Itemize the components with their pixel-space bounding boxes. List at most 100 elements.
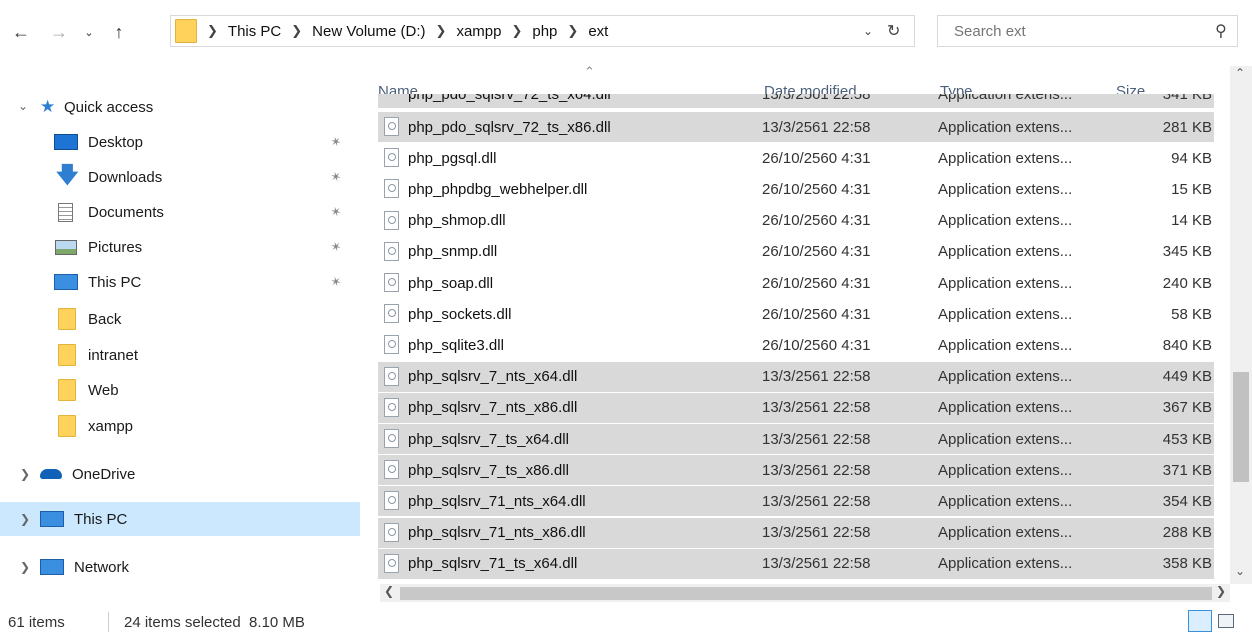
file-size: 240 KB <box>1162 274 1212 292</box>
breadcrumb-php[interactable]: php <box>532 23 557 40</box>
computer-icon <box>54 274 78 290</box>
refresh-icon[interactable]: ↻ <box>887 21 900 41</box>
pictures-icon <box>55 239 77 255</box>
forward-arrow-icon: → <box>50 21 68 42</box>
table-row[interactable]: php_sqlsrv_7_nts_x64.dll 13/3/2561 22:58 A… <box>378 361 1214 392</box>
nav-item-intranet[interactable]: intranet <box>0 338 360 372</box>
nav-label: Network <box>74 558 130 576</box>
file-type: Application extens... <box>938 243 1073 261</box>
breadcrumb-xampp[interactable]: xampp <box>456 23 501 40</box>
pin-icon[interactable]: ✶ <box>326 272 345 291</box>
nav-item-pictures[interactable]: Pictures ✶ <box>0 230 360 264</box>
nav-item-desktop[interactable]: Desktop ✶ <box>0 125 360 159</box>
file-size: 367 KB <box>1162 399 1212 417</box>
dll-file-icon <box>384 273 399 292</box>
table-row[interactable]: php_pdo_sqlsrv_72_ts_x86.dll 13/3/2561 22… <box>378 112 1214 142</box>
nav-item-this-pc-pinned[interactable]: This PC ✶ <box>0 265 360 299</box>
file-size: 371 KB <box>1162 461 1212 479</box>
folder-icon <box>58 379 76 401</box>
item-count: 61 items <box>8 614 65 631</box>
table-row[interactable]: php_sqlite3.dll 26/10/2560 4:31 Applicatio… <box>378 330 1214 360</box>
chevron-right-icon: ❯ <box>20 512 31 526</box>
table-row[interactable]: php_sockets.dll 26/10/2560 4:31 Applicatio… <box>378 299 1214 329</box>
table-row[interactable]: php_sqlsrv_7_nts_x86.dll 13/3/2561 22:58 A… <box>378 392 1214 423</box>
table-row[interactable]: php_pgsql.dll 26/10/2560 4:31 Application … <box>378 143 1214 173</box>
table-row[interactable]: php_soap.dll 26/10/2560 4:31 Application e… <box>378 268 1214 298</box>
file-type: Application extens... <box>938 305 1073 323</box>
breadcrumb-this-pc[interactable]: This PC <box>228 23 281 40</box>
nav-label: intranet <box>88 346 139 364</box>
nav-this-pc[interactable]: ❯ This PC <box>0 502 360 536</box>
file-type: Application extens... <box>938 336 1073 354</box>
file-size: 453 KB <box>1162 430 1212 448</box>
nav-item-back[interactable]: Back <box>0 302 360 336</box>
recent-locations-button[interactable]: ⌄ <box>76 18 102 46</box>
table-row[interactable]: php_phpdbg_webhelper.dll 26/10/2560 4:31 A… <box>378 174 1214 204</box>
desktop-icon <box>54 134 78 150</box>
nav-label: OneDrive <box>72 465 136 483</box>
large-icons-view-button[interactable] <box>1218 614 1234 628</box>
chevron-down-icon: ⌄ <box>84 26 94 39</box>
chevron-right-icon: ❯ <box>20 560 31 574</box>
file-date: 13/3/2561 22:58 <box>762 461 871 479</box>
nav-label: Documents <box>88 203 164 221</box>
file-name: php_pdo_sqlsrv_72_ts_x64.dll <box>408 94 611 103</box>
up-button[interactable]: ↑ <box>106 18 132 46</box>
address-bar[interactable]: ❯ This PC ❯ New Volume (D:) ❯ xampp ❯ ph… <box>170 15 915 47</box>
search-input[interactable] <box>952 21 1196 41</box>
search-box[interactable]: ⚲ <box>937 15 1238 47</box>
nav-item-web[interactable]: Web <box>0 373 360 407</box>
file-date: 13/3/2561 22:58 <box>762 555 871 573</box>
nav-network[interactable]: ❯ Network <box>0 550 360 584</box>
vertical-scrollbar[interactable]: ⌃ ⌄ <box>1230 66 1252 584</box>
pin-icon[interactable]: ✶ <box>326 132 345 151</box>
file-size: 58 KB <box>1171 305 1212 323</box>
forward-button[interactable]: → <box>46 18 72 46</box>
nav-item-documents[interactable]: Documents ✶ <box>0 195 360 229</box>
breadcrumb-ext[interactable]: ext <box>588 23 608 40</box>
table-row[interactable]: php_pdo_sqlsrv_72_ts_x64.dll 13/3/2561 2… <box>378 94 1214 108</box>
table-row[interactable]: php_sqlsrv_71_nts_x86.dll 13/3/2561 22:58… <box>378 517 1214 548</box>
table-row[interactable]: php_snmp.dll 26/10/2560 4:31 Application e… <box>378 237 1214 267</box>
horizontal-scroll-thumb[interactable] <box>400 587 1212 600</box>
search-icon[interactable]: ⚲ <box>1215 21 1227 41</box>
table-row[interactable]: php_sqlsrv_71_ts_x64.dll 13/3/2561 22:58 A… <box>378 548 1214 579</box>
scroll-down-icon[interactable]: ⌄ <box>1235 564 1245 578</box>
pin-icon[interactable]: ✶ <box>326 167 345 186</box>
details-view-button[interactable] <box>1188 610 1212 632</box>
nav-item-xampp[interactable]: xampp <box>0 409 360 443</box>
address-dropdown-icon[interactable]: ⌄ <box>863 24 873 38</box>
vertical-scroll-thumb[interactable] <box>1233 372 1249 482</box>
scroll-up-icon[interactable]: ⌃ <box>1235 66 1245 80</box>
folder-icon <box>58 415 76 437</box>
nav-label: Desktop <box>88 133 144 151</box>
scroll-right-icon[interactable]: ❯ <box>1216 584 1226 598</box>
pin-icon[interactable]: ✶ <box>326 202 345 221</box>
table-row[interactable]: php_sqlsrv_7_ts_x64.dll 13/3/2561 22:58 Ap… <box>378 424 1214 454</box>
nav-quick-access[interactable]: ⌄ ★ Quick access <box>0 90 360 124</box>
scroll-left-icon[interactable]: ❮ <box>384 584 394 598</box>
nav-onedrive[interactable]: ❯ OneDrive <box>0 457 360 491</box>
file-type: Application extens... <box>938 461 1073 479</box>
table-row[interactable]: php_shmop.dll 26/10/2560 4:31 Application … <box>378 206 1214 236</box>
file-size: 94 KB <box>1171 149 1212 167</box>
nav-label: Web <box>88 381 119 399</box>
dll-file-icon <box>384 241 399 261</box>
dll-file-icon <box>384 397 399 417</box>
file-size: 14 KB <box>1171 212 1212 230</box>
chevron-right-icon: ❯ <box>207 23 218 38</box>
nav-item-downloads[interactable]: 🡇 Downloads ✶ <box>0 160 360 194</box>
file-size: 354 KB <box>1162 492 1212 510</box>
file-size: 15 KB <box>1171 180 1212 198</box>
breadcrumb-new-volume[interactable]: New Volume (D:) <box>312 23 425 40</box>
file-size: 341 KB <box>1162 94 1212 103</box>
table-row[interactable]: php_sqlsrv_71_nts_x64.dll 13/3/2561 22:58… <box>378 486 1214 517</box>
file-name: php_pgsql.dll <box>408 149 497 167</box>
file-date: 26/10/2560 4:31 <box>762 212 871 230</box>
file-name: php_sqlsrv_7_nts_x64.dll <box>408 368 578 386</box>
file-name: php_sockets.dll <box>408 305 512 323</box>
back-button[interactable]: ← <box>8 18 34 46</box>
pin-icon[interactable]: ✶ <box>326 237 345 256</box>
table-row[interactable]: php_sqlsrv_7_ts_x86.dll 13/3/2561 22:58 Ap… <box>378 455 1214 486</box>
file-size: 288 KB <box>1162 524 1212 542</box>
